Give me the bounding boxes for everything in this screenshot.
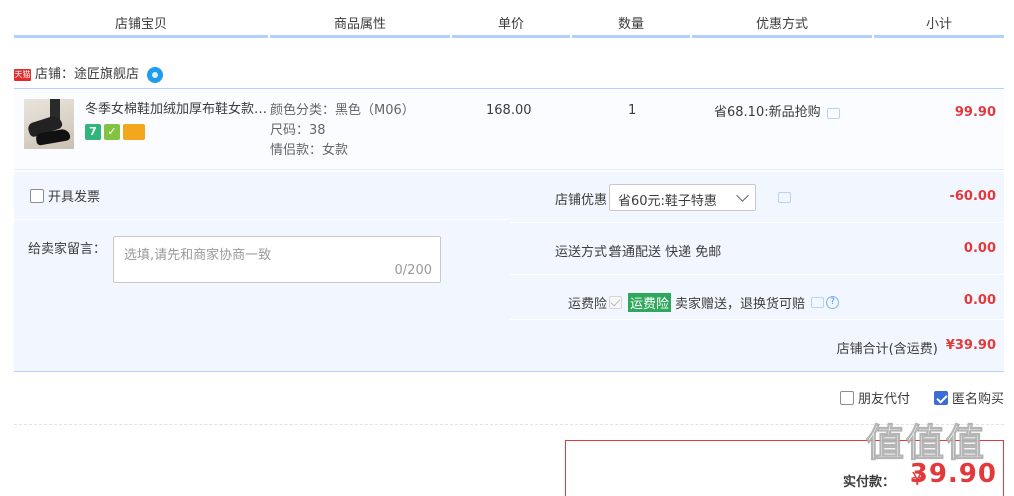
attr-style: 情侣款：女款 (270, 143, 349, 158)
insurance-row: 运费险： 运费险 卖家赠送，退换货可赔 ? 0.00 (510, 276, 1004, 320)
shop-row: 天猫 店铺：途匠旗舰店 (14, 64, 164, 86)
header-col-qty: 数量 (617, 17, 644, 32)
header-col-promo: 优惠方式 (755, 17, 808, 32)
item-unit-price: 168.00 (486, 103, 532, 118)
cart-item: 冬季女棉鞋加绒加厚布鞋女款老北京布鞋 7 ✓ 颜色分类：黑色（M06） 尺码：3… (14, 88, 1004, 170)
tmall-icon: 天猫 (14, 69, 31, 81)
wangwang-icon[interactable] (147, 67, 164, 83)
insurance-value: 运费险 卖家赠送，退换货可赔 ? (609, 293, 840, 312)
header-col-attrs: 商品属性 (333, 17, 386, 32)
attr-color: 颜色分类：黑色（M06） (270, 103, 415, 118)
credit-card-icon[interactable] (123, 124, 145, 140)
service-icons: 7 ✓ (85, 124, 145, 140)
coupon-amount: -60.00 (949, 189, 996, 204)
friend-pay-option[interactable]: 朋友代付 (839, 388, 910, 407)
item-thumbnail[interactable] (24, 99, 74, 149)
watermark-logo: 值值值 (865, 421, 987, 466)
chat-icon[interactable] (826, 107, 840, 119)
seven-day-return-icon[interactable]: 7 (85, 124, 101, 140)
message-cell: 给卖家留言： 选填,请先和商家协商一致 0/200 (14, 222, 508, 320)
pay-label: 实付款： (842, 475, 895, 490)
shop-name[interactable]: 店铺：途匠旗舰店 (35, 64, 139, 86)
store-total-amount: ¥39.90 (945, 338, 996, 353)
header-col-item: 店铺宝贝 (114, 17, 167, 32)
promo-text: 省68.10:新品抢购 (714, 105, 821, 120)
coupon-value: 省60元:鞋子特惠 (618, 194, 717, 209)
item-title[interactable]: 冬季女棉鞋加绒加厚布鞋女款老北京布鞋 (85, 101, 268, 119)
insurance-amount: 0.00 (963, 293, 996, 308)
item-attributes: 颜色分类：黑色（M06） 尺码：38 情侣款：女款 (270, 101, 415, 161)
guarantee-icon[interactable]: ✓ (104, 124, 120, 140)
insurance-badge: 运费险 (628, 293, 672, 312)
store-total: 店铺合计(含运费) ¥39.90 (837, 338, 996, 357)
shipping-amount: 0.00 (963, 241, 996, 256)
header-col-subtotal: 小计 (925, 17, 952, 32)
anonymous-option[interactable]: 匿名购买 (933, 388, 1004, 407)
invoice-option[interactable]: 开具发票 (30, 186, 100, 205)
friend-pay-label: 朋友代付 (857, 392, 910, 407)
friend-pay-checkbox[interactable] (839, 390, 854, 405)
message-input[interactable]: 选填,请先和商家协商一致 0/200 (113, 236, 441, 283)
anonymous-checkbox[interactable] (933, 390, 948, 405)
invoice-cell: 开具发票 (14, 172, 508, 220)
shipping-row: 运送方式： 普通配送 快递 免邮 0.00 (510, 224, 1004, 275)
message-char-count: 0/200 (394, 263, 432, 278)
chevron-down-icon (736, 189, 749, 202)
store-total-label: 店铺合计(含运费) (836, 342, 938, 357)
order-options: 开具发票 给卖家留言： 选填,请先和商家协商一致 0/200 店铺优惠： 省60… (14, 172, 1004, 372)
coupon-row: 店铺优惠： 省60元:鞋子特惠 -60.00 (510, 172, 1004, 223)
help-icon[interactable]: ? (826, 296, 840, 309)
item-subtotal: 99.90 (954, 105, 996, 120)
coupon-select[interactable]: 省60元:鞋子特惠 (609, 184, 756, 211)
anonymous-label: 匿名购买 (951, 392, 1004, 407)
attr-size: 尺码：38 (270, 123, 326, 138)
insurance-checkbox (609, 296, 622, 309)
item-promo: 省68.10:新品抢购 (714, 103, 840, 123)
header-col-price: 单价 (497, 17, 524, 32)
chat-icon[interactable] (811, 297, 825, 308)
invoice-checkbox[interactable] (30, 188, 44, 203)
extra-options: 朋友代付 匿名购买 (839, 388, 1004, 407)
chat-icon[interactable] (778, 192, 791, 203)
message-label: 给卖家留言： (28, 242, 107, 257)
cart-header: 店铺宝贝 商品属性 单价 数量 优惠方式 小计 (14, 14, 1004, 38)
divider (14, 424, 1004, 425)
message-placeholder: 选填,请先和商家协商一致 (124, 248, 272, 263)
insurance-text: 卖家赠送，退换货可赔 (675, 297, 806, 312)
header-underline (14, 35, 1004, 38)
shipping-value: 普通配送 快递 免邮 (609, 245, 722, 260)
item-quantity: 1 (628, 103, 637, 118)
invoice-label: 开具发票 (48, 190, 101, 205)
